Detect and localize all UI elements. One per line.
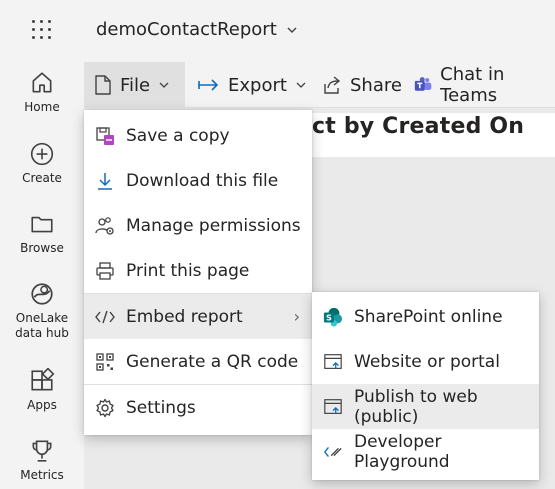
submenu-item-label: Developer Playground [354,431,450,472]
menu-item-label: Download this file [126,170,279,191]
menu-item-qr-code[interactable]: Generate a QR code [84,339,312,384]
chat-label: Chat in Teams [440,64,505,106]
menu-item-label: Print this page [126,260,250,281]
menu-item-label: Generate a QR code [126,351,299,372]
menu-item-settings[interactable]: Settings [84,385,312,430]
nav-label-metrics: Metrics [20,468,64,482]
submenu-item-developer-playground[interactable]: Developer Playground [312,429,539,474]
gear-icon [95,398,115,418]
report-title: demoContactReport [96,19,277,40]
share-icon [324,76,341,94]
submenu-item-publish-to-web[interactable]: Publish to web (public) [312,384,539,429]
nav-item-onelake[interactable]: OneLake data hub [0,281,84,341]
chevron-down-icon [287,27,297,33]
nav-label-home: Home [24,100,60,114]
save-copy-icon [95,126,115,146]
menu-item-embed-report[interactable]: Embed report › [84,294,312,339]
menu-item-label: Save a copy [126,125,230,146]
toolbar: File Export Share Chat in Teams [84,62,555,108]
nav-item-apps[interactable]: Apps [0,368,84,413]
qr-code-icon [95,352,115,372]
sharepoint-icon: S [323,307,343,327]
people-settings-icon [95,216,115,236]
submenu-item-website[interactable]: Website or portal [312,339,539,384]
nav-label-create: Create [22,171,62,185]
developer-icon [323,442,343,462]
menu-item-download[interactable]: Download this file [84,158,312,203]
export-arrow-icon [198,79,219,91]
submenu-item-label: SharePoint online [354,306,503,327]
submenu-item-label: Publish to web (public) [354,386,478,427]
export-button[interactable]: Export [188,62,317,108]
download-icon [95,171,115,191]
apps-icon [31,368,55,391]
nav-label-onelake: OneLake data hub [15,311,69,340]
website-icon [323,352,343,372]
chevron-down-icon [296,82,306,88]
menu-item-manage-permissions[interactable]: Manage permissions [84,203,312,248]
export-label: Export [228,74,287,96]
print-icon [95,261,115,281]
folder-icon [31,216,53,233]
home-icon [32,72,52,93]
nav-label-apps: Apps [27,398,57,412]
teams-icon [414,77,432,91]
visual-title: ct by Created On [312,114,525,139]
create-icon [30,142,54,166]
report-title-dropdown[interactable]: demoContactReport [96,19,299,40]
file-button[interactable]: File [84,62,185,108]
share-label: Share [350,74,402,96]
trophy-icon [32,440,52,462]
menu-item-print[interactable]: Print this page [84,248,312,293]
share-button[interactable]: Share [312,62,412,108]
nav-item-home[interactable]: Home [0,70,84,115]
embed-submenu: S SharePoint online Website or portal Pu… [312,292,539,480]
menu-item-save-a-copy[interactable]: Save a copy [84,113,312,158]
nav-label-browse: Browse [20,241,64,255]
menu-item-label: Manage permissions [126,215,301,236]
chevron-right-icon: › [293,307,300,326]
chevron-down-icon [159,82,169,88]
chat-in-teams-button[interactable]: Chat in Teams [404,62,555,108]
app-launcher-icon[interactable] [32,20,52,40]
file-label: File [120,74,151,96]
onelake-icon [31,283,53,305]
svg-text:S: S [326,312,332,322]
menu-item-label: Settings [126,397,196,418]
submenu-item-label: Website or portal [354,351,500,372]
nav-item-metrics[interactable]: Metrics [0,438,84,483]
code-icon [95,307,115,327]
left-nav: Home Create Browse OneLake data hub Apps… [0,0,84,489]
nav-item-create[interactable]: Create [0,141,84,186]
menu-item-label: Embed report [126,306,243,327]
file-menu: Save a copy Download this file Manage pe… [84,110,312,435]
submenu-item-sharepoint[interactable]: S SharePoint online [312,294,539,339]
publish-icon [323,397,343,417]
nav-item-browse[interactable]: Browse [0,211,84,256]
file-icon [95,75,111,95]
